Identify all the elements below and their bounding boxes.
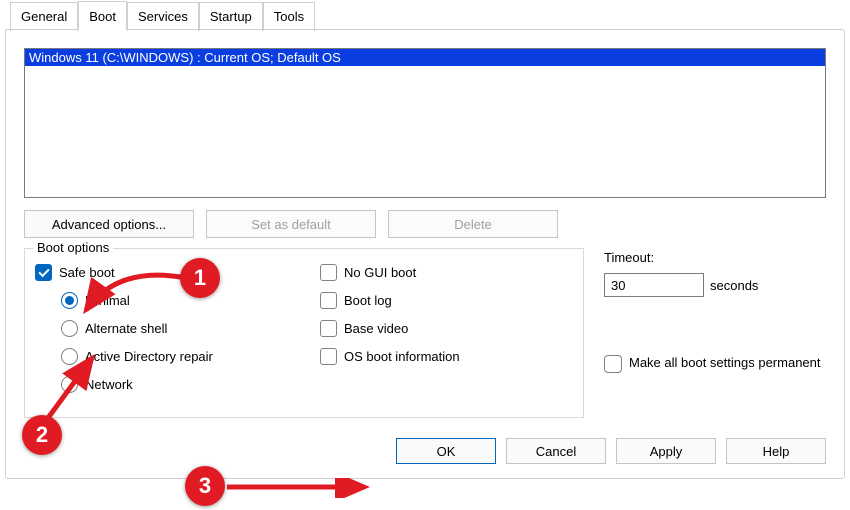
boot-list-item-selected[interactable]: Windows 11 (C:\WINDOWS) : Current OS; De… [25, 49, 825, 66]
checkbox-icon [320, 348, 337, 365]
tab-body-boot: Windows 11 (C:\WINDOWS) : Current OS; De… [5, 29, 845, 479]
checkbox-icon [35, 264, 52, 281]
cancel-button[interactable]: Cancel [506, 438, 606, 464]
tab-boot[interactable]: Boot [78, 1, 127, 30]
radio-alternate-shell[interactable]: Alternate shell [61, 320, 320, 337]
boot-log-label: Boot log [344, 293, 392, 308]
radio-ad-repair-label: Active Directory repair [85, 349, 213, 364]
checkbox-icon [320, 264, 337, 281]
base-video-label: Base video [344, 321, 408, 336]
apply-button[interactable]: Apply [616, 438, 716, 464]
boot-log-checkbox[interactable]: Boot log [320, 292, 460, 309]
advanced-options-button[interactable]: Advanced options... [24, 210, 194, 238]
tab-tools[interactable]: Tools [263, 2, 315, 31]
tab-general[interactable]: General [10, 2, 78, 31]
tab-startup[interactable]: Startup [199, 2, 263, 31]
no-gui-boot-checkbox[interactable]: No GUI boot [320, 264, 460, 281]
radio-ad-repair[interactable]: Active Directory repair [61, 348, 320, 365]
boot-list-buttons: Advanced options... Set as default Delet… [24, 210, 826, 238]
timeout-input[interactable] [604, 273, 704, 297]
radio-minimal-label: Minimal [85, 293, 130, 308]
delete-button: Delete [388, 210, 558, 238]
checkbox-icon [320, 292, 337, 309]
make-permanent-checkbox[interactable]: Make all boot settings permanent [604, 355, 821, 373]
safe-boot-checkbox[interactable]: Safe boot [35, 264, 320, 281]
os-boot-info-checkbox[interactable]: OS boot information [320, 348, 460, 365]
radio-icon [61, 348, 78, 365]
radio-alt-shell-label: Alternate shell [85, 321, 167, 336]
set-default-button: Set as default [206, 210, 376, 238]
timeout-unit: seconds [710, 278, 758, 293]
radio-network[interactable]: Network [61, 376, 320, 393]
radio-icon [61, 376, 78, 393]
no-gui-boot-label: No GUI boot [344, 265, 416, 280]
base-video-checkbox[interactable]: Base video [320, 320, 460, 337]
timeout-group: Timeout: seconds Make all boot settings … [604, 248, 821, 418]
radio-icon [61, 292, 78, 309]
safe-boot-label: Safe boot [59, 265, 115, 280]
annotation-badge-2: 2 [22, 415, 62, 455]
arrow-icon [225, 478, 375, 498]
tab-bar: General Boot Services Startup Tools [0, 0, 850, 29]
annotation-badge-3: 3 [185, 466, 225, 506]
dialog-buttons: OK Cancel Apply Help [396, 438, 826, 464]
checkbox-icon [604, 355, 622, 373]
radio-icon [61, 320, 78, 337]
timeout-label: Timeout: [604, 250, 821, 265]
boot-options-group: Boot options Safe boot Minimal Alternate… [24, 248, 584, 418]
tab-services[interactable]: Services [127, 2, 199, 31]
ok-button[interactable]: OK [396, 438, 496, 464]
boot-options-label: Boot options [33, 240, 113, 255]
os-boot-info-label: OS boot information [344, 349, 460, 364]
help-button[interactable]: Help [726, 438, 826, 464]
checkbox-icon [320, 320, 337, 337]
radio-network-label: Network [85, 377, 133, 392]
annotation-badge-1: 1 [180, 258, 220, 298]
boot-list[interactable]: Windows 11 (C:\WINDOWS) : Current OS; De… [24, 48, 826, 198]
make-permanent-label: Make all boot settings permanent [629, 355, 821, 371]
